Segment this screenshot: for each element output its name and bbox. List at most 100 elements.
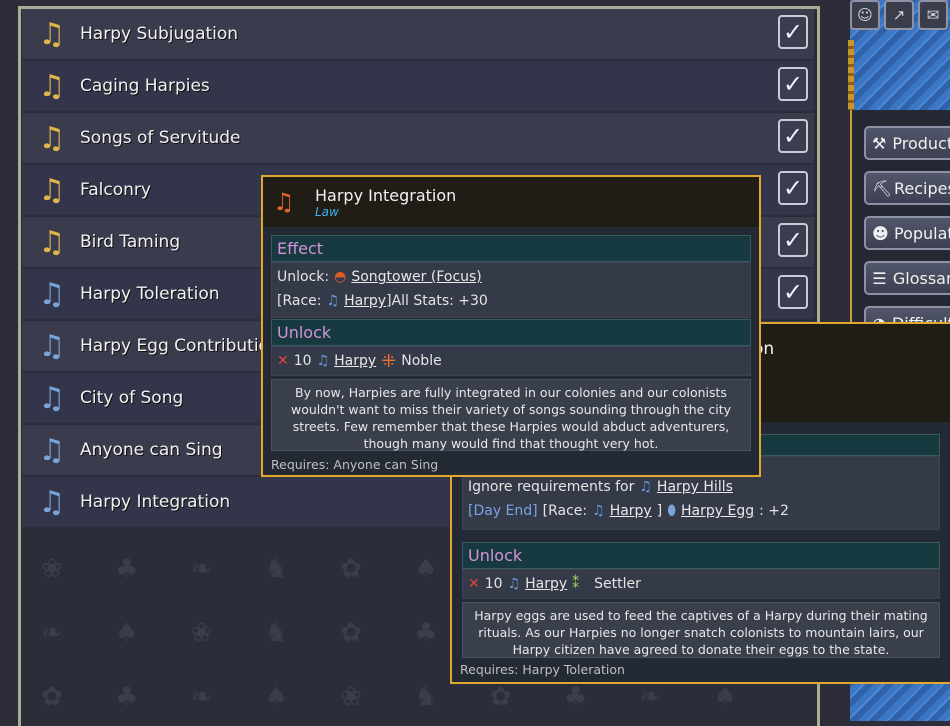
faction-icon[interactable]: ☺ bbox=[850, 0, 880, 30]
recipes-button[interactable]: ⛏ Recipes bbox=[864, 171, 950, 205]
unlock-effect-line: Unlock: ◓ Songtower (Focus) bbox=[272, 265, 750, 289]
unlock-count: 10 bbox=[293, 353, 312, 369]
music-note-icon: ♫ bbox=[38, 120, 66, 156]
pickaxe-icon: ⛏ bbox=[872, 178, 893, 198]
effect-section: Effect Unlock: ◓ Songtower (Focus) [Race… bbox=[271, 235, 751, 318]
music-note-icon: ♫ bbox=[38, 172, 66, 208]
harpy-race-link[interactable]: Harpy bbox=[344, 293, 386, 309]
race-suffix: ]All Stats: +30 bbox=[386, 293, 488, 309]
effect-body: Unlock: ◓ Songtower (Focus) [Race: ♫ Har… bbox=[271, 262, 751, 318]
harpy-hills-link[interactable]: Harpy Hills bbox=[657, 479, 733, 495]
harpy-race-icon: ♫ bbox=[316, 353, 330, 369]
law-row[interactable]: ♫ Songs of Servitude ✓ bbox=[22, 113, 814, 163]
production-button[interactable]: ⚒ Production bbox=[864, 126, 950, 160]
music-note-icon: ♫ bbox=[38, 16, 66, 52]
unlock-body: ✕ 10 ♫ Harpy ⁜ Noble bbox=[271, 346, 751, 376]
harpy-hills-icon: ♫ bbox=[639, 479, 652, 495]
population-label: Population bbox=[894, 223, 950, 243]
quest-scroll-icon[interactable]: ✉ bbox=[918, 0, 948, 30]
law-row[interactable]: ♫ Harpy Subjugation ✓ bbox=[22, 9, 814, 59]
settler-class-icon: ⁑ bbox=[572, 576, 580, 592]
race-prefix: [Race: bbox=[542, 503, 588, 519]
unlock-line: ✕ 10 ♫ Harpy ⁜ Noble bbox=[272, 347, 750, 375]
law-checkbox[interactable]: ✓ bbox=[778, 15, 808, 49]
harpy-egg-link[interactable]: Harpy Egg bbox=[681, 503, 754, 519]
harpy-race-icon: ♫ bbox=[507, 576, 521, 592]
glossary-label: Glossary bbox=[892, 268, 950, 288]
unlock-class: Settler bbox=[594, 576, 641, 592]
law-row[interactable]: ♫ Caging Harpies ✓ bbox=[22, 61, 814, 111]
law-label: Harpy Integration bbox=[80, 492, 231, 512]
integration-description: By now, Harpies are fully integrated in … bbox=[271, 379, 751, 451]
unlock-heading: Unlock bbox=[271, 319, 751, 346]
egg-description: Harpy eggs are used to feed the captives… bbox=[462, 602, 940, 658]
world-map-edge bbox=[850, 680, 950, 721]
songtower-icon: ◓ bbox=[334, 269, 347, 285]
harpy-race-link[interactable]: Harpy bbox=[610, 503, 652, 519]
music-note-icon: ♫ bbox=[38, 68, 66, 104]
production-label: Production bbox=[892, 133, 950, 153]
unlock-section: Unlock ✕ 10 ♫ Harpy ⁜ Noble bbox=[271, 319, 751, 376]
book-icon: ☰ bbox=[872, 268, 887, 288]
noble-class-icon: ⁜ bbox=[381, 350, 397, 372]
dayend-line: [Day End] [Race: ♫ Harpy] ⬮ Harpy Egg : +… bbox=[463, 499, 939, 523]
law-label: Caging Harpies bbox=[80, 76, 210, 96]
unlock-prefix: Unlock: bbox=[277, 269, 330, 285]
law-label: Songs of Servitude bbox=[80, 128, 241, 148]
recipes-label: Recipes bbox=[894, 178, 950, 198]
unlock-count: 10 bbox=[484, 576, 503, 592]
glossary-button[interactable]: ☰ Glossary bbox=[864, 261, 950, 295]
hammer-icon: ⚒ bbox=[872, 133, 887, 153]
tooltip-title: Harpy Integration bbox=[315, 185, 457, 205]
music-note-icon: ♫ bbox=[38, 432, 66, 468]
law-checkbox[interactable]: ✓ bbox=[778, 119, 808, 153]
tooltip-subtitle: Law bbox=[315, 204, 339, 219]
race-prefix: [Race: bbox=[277, 293, 322, 309]
population-button[interactable]: ☻ Population bbox=[864, 216, 950, 250]
not-met-icon: ✕ bbox=[468, 576, 480, 592]
law-checkbox[interactable]: ✓ bbox=[778, 171, 808, 205]
race-stats-line: [Race: ♫ Harpy]All Stats: +30 bbox=[272, 289, 750, 313]
effect-heading: Effect bbox=[271, 235, 751, 262]
law-label: Harpy Toleration bbox=[80, 284, 220, 304]
harpy-race-icon: ♫ bbox=[326, 293, 340, 309]
ignore-label: Ignore requirements for bbox=[468, 479, 635, 495]
harpy-race-link[interactable]: Harpy bbox=[334, 353, 376, 369]
music-note-icon: ♫ bbox=[38, 224, 66, 260]
top-icon-bar: ☺ ↗ ✉ bbox=[846, 0, 950, 34]
law-label: City of Song bbox=[80, 388, 184, 408]
songtower-link[interactable]: Songtower (Focus) bbox=[351, 269, 481, 285]
music-note-icon: ♫ bbox=[38, 484, 66, 520]
law-label: Harpy Subjugation bbox=[80, 24, 239, 44]
stats-chart-icon[interactable]: ↗ bbox=[884, 0, 914, 30]
unlock-class: Noble bbox=[401, 353, 442, 369]
law-label: Falconry bbox=[80, 180, 151, 200]
law-icon: ♫ bbox=[273, 188, 295, 216]
unlock-line: ✕ 10 ♫ Harpy ⁑ Settler bbox=[463, 570, 939, 598]
music-note-icon: ♫ bbox=[38, 328, 66, 364]
not-met-icon: ✕ bbox=[277, 353, 289, 369]
tooltip-header: ♫ Harpy Integration Law bbox=[263, 177, 759, 227]
music-note-icon: ♫ bbox=[38, 276, 66, 312]
harpy-integration-tooltip: ♫ Harpy Integration Law Effect Unlock: ◓… bbox=[261, 175, 761, 477]
egg-icon: ⬮ bbox=[667, 503, 676, 519]
law-label: Anyone can Sing bbox=[80, 440, 223, 460]
harpy-race-link[interactable]: Harpy bbox=[525, 576, 567, 592]
law-label: Bird Taming bbox=[80, 232, 181, 252]
dayend-tag: [Day End] bbox=[468, 503, 538, 519]
law-label: Harpy Egg Contribution bbox=[80, 336, 280, 356]
requires-text: Requires: Harpy Toleration bbox=[460, 662, 625, 677]
requires-text: Requires: Anyone can Sing bbox=[271, 457, 439, 472]
music-note-icon: ♫ bbox=[38, 380, 66, 416]
race-suffix: ] bbox=[656, 503, 663, 519]
unlock-body: ✕ 10 ♫ Harpy ⁑ Settler bbox=[462, 569, 940, 599]
harpy-race-icon: ♫ bbox=[592, 503, 605, 519]
law-checkbox[interactable]: ✓ bbox=[778, 223, 808, 257]
unlock-heading: Unlock bbox=[462, 542, 940, 569]
unlock-section: Unlock ✕ 10 ♫ Harpy ⁑ Settler bbox=[462, 542, 940, 599]
law-checkbox[interactable]: ✓ bbox=[778, 275, 808, 309]
person-icon: ☻ bbox=[872, 223, 889, 243]
law-checkbox[interactable]: ✓ bbox=[778, 67, 808, 101]
rope-decoration bbox=[848, 40, 854, 110]
egg-amount: : +2 bbox=[759, 503, 789, 519]
